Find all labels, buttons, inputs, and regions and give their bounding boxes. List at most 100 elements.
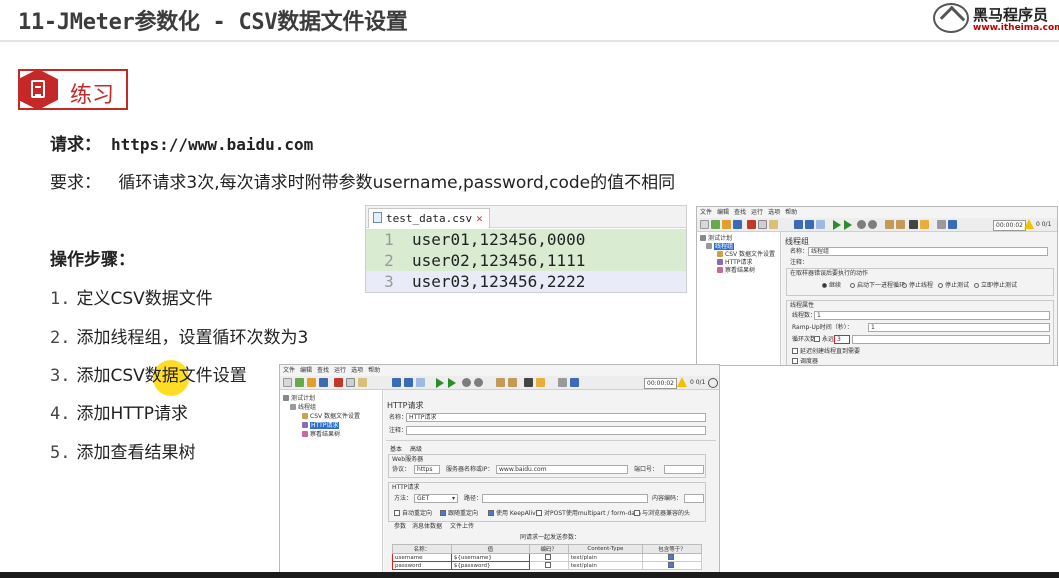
csv-file-tab[interactable]: test_data.csv ✕ [368,208,490,228]
copy-icon[interactable] [758,220,767,229]
menu-file[interactable]: 文件 [283,367,295,374]
radio-next-loop[interactable]: 启动下一进程循环 [850,282,905,290]
csv-line[interactable]: 3 user03,123456,2222 [366,271,686,292]
radio-stop-test-now[interactable]: 立即停止测试 [974,282,1017,290]
menu-search[interactable]: 查找 [734,209,746,216]
multipart-checkbox[interactable]: 对POST使用multipart / form-data [536,510,641,518]
clear-all-icon[interactable] [508,378,517,387]
new-icon[interactable] [283,378,292,387]
toggle-icon[interactable] [416,378,425,387]
open-icon[interactable] [307,378,316,387]
start-icon[interactable] [833,220,841,230]
csv-line[interactable]: 2 user02,123456,1111 [366,250,686,271]
warning-icon[interactable] [1024,219,1034,229]
radio-stop-thread[interactable]: 停止线程 [902,282,933,290]
tree-node-thread-group[interactable]: 线程组 [706,243,735,251]
toggle-icon[interactable] [816,220,825,229]
expand-icon[interactable] [794,220,803,229]
save-icon[interactable] [319,378,328,387]
shutdown-icon[interactable] [868,220,877,229]
menu-help[interactable]: 帮助 [368,367,380,374]
follow-redirect-checkbox[interactable]: 跟随重定向 [440,510,478,518]
tree-node-http-request[interactable]: HTTP请求 [302,422,340,430]
start-no-pause-icon[interactable] [844,220,852,230]
help-icon[interactable] [570,378,579,387]
tab-basic[interactable]: 基本 [390,446,402,454]
threads-field[interactable]: 1 [814,311,1050,320]
table-row[interactable]: username ${username} text/plain [392,553,702,562]
clear-icon[interactable] [496,378,505,387]
tree-node-csv-config[interactable]: CSV 数据文件设置 [302,413,360,421]
tree-node-http-request[interactable]: HTTP请求 [717,259,752,267]
reset-search-icon[interactable] [536,378,545,387]
tab-parameters[interactable]: 参数 [394,523,406,531]
path-field[interactable] [482,494,648,503]
menu-run[interactable]: 运行 [334,367,346,374]
csv-line[interactable]: 1 user01,123456,0000 [366,229,686,250]
name-field[interactable]: 线程组 [808,247,1048,256]
collapse-icon[interactable] [805,220,814,229]
cut-icon[interactable] [334,378,343,387]
rampup-field[interactable]: 1 [868,323,1050,332]
shutdown-icon[interactable] [474,378,483,387]
encoding-field[interactable] [684,494,704,503]
paste-icon[interactable] [358,378,367,387]
search-icon[interactable] [524,378,533,387]
tab-advanced[interactable]: 高级 [410,446,422,454]
function-helper-icon[interactable] [558,378,567,387]
copy-icon[interactable] [346,378,355,387]
paste-icon[interactable] [769,220,778,229]
auto-redirect-checkbox[interactable]: 自动重定向 [394,510,432,518]
collapse-icon[interactable] [404,378,413,387]
delay-checkbox[interactable]: 延迟创建线程直到需要 [792,348,860,356]
save-icon[interactable] [733,220,742,229]
tree-node-results-tree[interactable]: 察看结果树 [302,431,340,439]
clear-icon[interactable] [885,220,894,229]
server-field[interactable]: www.baidu.com [496,465,628,474]
start-no-pause-icon[interactable] [448,378,456,388]
open-icon[interactable] [722,220,731,229]
expand-icon[interactable] [392,378,401,387]
tree-node-csv-config[interactable]: CSV 数据文件设置 [717,251,775,259]
tab-body-data[interactable]: 消息体数据 [412,523,442,531]
port-field[interactable] [664,465,704,474]
globe-icon[interactable] [708,378,718,388]
search-icon[interactable] [909,220,918,229]
tree-node-test-plan[interactable]: 测试计划 [283,395,315,403]
menu-options[interactable]: 选项 [768,209,780,216]
function-helper-icon[interactable] [937,220,946,229]
menu-help[interactable]: 帮助 [785,209,797,216]
forever-checkbox[interactable]: 永远 [814,336,834,344]
loop-count-field[interactable]: 3 [834,335,850,344]
clear-all-icon[interactable] [896,220,905,229]
templates-icon[interactable] [295,378,304,387]
cut-icon[interactable] [747,220,756,229]
comment-field[interactable] [406,426,706,435]
close-icon[interactable]: ✕ [476,209,483,228]
reset-search-icon[interactable] [920,220,929,229]
warning-icon[interactable] [677,377,687,387]
scheduler-checkbox[interactable]: 调度器 [792,358,818,365]
start-icon[interactable] [436,378,444,388]
new-icon[interactable] [700,220,709,229]
menu-search[interactable]: 查找 [317,367,329,374]
tree-node-results-tree[interactable]: 察看结果树 [717,267,755,275]
menu-options[interactable]: 选项 [351,367,363,374]
name-field[interactable]: HTTP请求 [406,413,706,422]
menu-edit[interactable]: 编辑 [717,209,729,216]
table-row[interactable]: password ${password} text/plain [392,561,702,570]
keepalive-checkbox[interactable]: 使用 KeepAlive [488,510,539,518]
tab-file-upload[interactable]: 文件上传 [450,523,474,531]
tree-node-test-plan[interactable]: 测试计划 [700,235,732,243]
menu-edit[interactable]: 编辑 [300,367,312,374]
radio-continue[interactable]: 继续 [822,282,841,290]
browser-headers-checkbox[interactable]: 与浏览器兼容的头 [634,510,690,518]
menu-run[interactable]: 运行 [751,209,763,216]
menu-file[interactable]: 文件 [700,209,712,216]
stop-icon[interactable] [857,220,866,229]
method-select[interactable]: GET ▾ [414,494,458,503]
radio-stop-test[interactable]: 停止测试 [938,282,969,290]
protocol-field[interactable]: https [414,465,440,474]
help-icon[interactable] [948,220,957,229]
stop-icon[interactable] [462,378,471,387]
